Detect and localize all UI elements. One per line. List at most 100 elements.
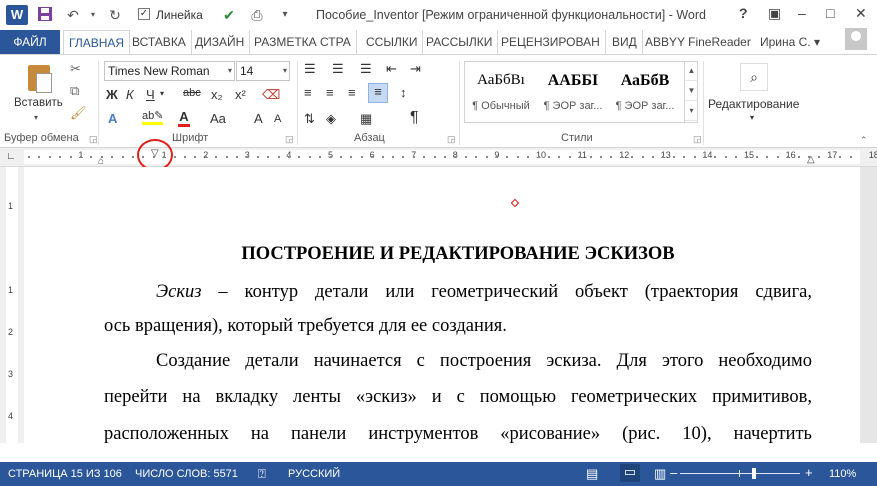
word-app-icon[interactable]: W bbox=[6, 5, 28, 25]
customize-toolbar-icon[interactable]: ▾ bbox=[276, 6, 294, 24]
paragraph-line[interactable]: ось вращения), который требуется для ее … bbox=[104, 316, 812, 337]
web-layout-icon[interactable]: ▥ bbox=[654, 466, 666, 482]
undo-dropdown-icon[interactable]: ▾ bbox=[84, 6, 102, 24]
paste-button[interactable]: Вставить bbox=[14, 97, 63, 109]
paragraph-line[interactable]: Эскиз – контур детали или геометрический… bbox=[104, 282, 812, 303]
bold-button[interactable]: Ж bbox=[106, 87, 118, 102]
line-spacing-icon[interactable]: ↕ bbox=[400, 85, 407, 100]
page-count[interactable]: СТРАНИЦА 15 ИЗ 106 bbox=[8, 468, 122, 480]
tab-home[interactable]: ГЛАВНАЯ bbox=[63, 30, 131, 55]
bullets-icon[interactable]: ☰ bbox=[304, 61, 316, 77]
tab-selector-icon[interactable]: ∟ bbox=[6, 151, 16, 162]
align-left-icon[interactable]: ≡ bbox=[304, 85, 312, 100]
tab-mailings[interactable]: РАССЫЛКИ bbox=[421, 30, 499, 54]
font-name-combo[interactable]: Times New Roman ▾ bbox=[104, 61, 235, 81]
more-styles-icon[interactable]: ▾ bbox=[685, 101, 698, 121]
redo-icon[interactable]: ↻ bbox=[106, 6, 124, 24]
spellcheck-icon[interactable]: ✔ bbox=[220, 6, 238, 24]
save-icon[interactable] bbox=[36, 6, 54, 24]
subscript-button[interactable]: x₂ bbox=[211, 87, 223, 102]
italic-button[interactable]: К bbox=[126, 87, 134, 102]
tab-insert[interactable]: ВСТАВКА bbox=[127, 30, 192, 54]
editing-button[interactable]: Редактирование bbox=[708, 97, 799, 111]
document-heading[interactable]: ПОСТРОЕНИЕ И РЕДАКТИРОВАНИЕ ЭСКИЗОВ bbox=[104, 244, 812, 265]
paragraph-line[interactable]: Создание детали начинается с построения … bbox=[104, 351, 812, 372]
numbering-icon[interactable]: ☰ bbox=[332, 61, 344, 77]
paste-dropdown-icon[interactable]: ▾ bbox=[34, 113, 38, 122]
help-button[interactable]: ? bbox=[739, 5, 748, 21]
tab-review[interactable]: РЕЦЕНЗИРОВАН bbox=[496, 30, 606, 54]
avatar[interactable] bbox=[845, 28, 867, 50]
minimize-button[interactable]: – bbox=[798, 5, 806, 21]
underline-dropdown-icon[interactable]: ▾ bbox=[160, 89, 164, 98]
language[interactable]: РУССКИЙ bbox=[288, 468, 340, 480]
zoom-slider-thumb[interactable] bbox=[752, 468, 756, 479]
style-heading-1[interactable]: ААББІ ¶ ЭОР заг... bbox=[537, 62, 609, 122]
shading-icon[interactable]: ◈ bbox=[326, 111, 336, 127]
zoom-slider[interactable] bbox=[680, 473, 800, 474]
font-color-icon[interactable]: A bbox=[178, 109, 190, 127]
decrease-indent-icon[interactable]: ⇤ bbox=[386, 61, 397, 77]
align-center-icon[interactable]: ≡ bbox=[326, 85, 334, 100]
sort-icon[interactable]: ⇅ bbox=[304, 111, 315, 127]
print-preview-icon[interactable]: ⎙ bbox=[248, 6, 266, 24]
word-count[interactable]: ЧИСЛО СЛОВ: 5571 bbox=[135, 468, 238, 480]
multilevel-list-icon[interactable]: ☰ bbox=[360, 61, 372, 77]
maximize-button[interactable]: □ bbox=[826, 5, 834, 21]
ruler-tick bbox=[402, 156, 405, 158]
zoom-out-icon[interactable]: – bbox=[670, 465, 677, 480]
print-layout-icon[interactable]: ▭ bbox=[620, 464, 640, 482]
borders-icon[interactable]: ▦ bbox=[360, 111, 372, 127]
binoculars-icon[interactable]: ⌕ bbox=[740, 63, 768, 91]
style-heading-2[interactable]: АаБбВ ¶ ЭОР заг... bbox=[609, 62, 681, 122]
chevron-up-icon[interactable]: ▲ bbox=[685, 61, 698, 81]
justify-icon[interactable]: ≡ bbox=[368, 83, 388, 103]
proofing-icon[interactable]: ⍰ bbox=[258, 466, 266, 482]
paragraph-line[interactable]: перейти на вкладку ленты «эскиз» и с пом… bbox=[104, 387, 812, 408]
grow-font-button[interactable]: A bbox=[254, 111, 263, 126]
font-launcher-icon[interactable]: ◲ bbox=[285, 134, 294, 145]
tab-abbyy[interactable]: ABBYY FineReader bbox=[640, 30, 756, 54]
strikethrough-button[interactable]: abc bbox=[183, 87, 201, 99]
cut-icon[interactable]: ✂ bbox=[70, 61, 81, 77]
undo-icon[interactable]: ↶ bbox=[64, 6, 82, 24]
user-account[interactable]: Ирина С. ▾ bbox=[760, 35, 820, 49]
clear-formatting-icon[interactable]: ⌫ bbox=[262, 87, 280, 103]
clipboard-launcher-icon[interactable]: ◲ bbox=[89, 134, 98, 145]
read-mode-icon[interactable]: ▤ bbox=[586, 466, 598, 482]
superscript-button[interactable]: x² bbox=[235, 87, 246, 102]
change-case-button[interactable]: Aa bbox=[210, 111, 226, 126]
align-right-icon[interactable]: ≡ bbox=[348, 85, 356, 100]
underline-button[interactable]: Ч bbox=[146, 87, 155, 102]
zoom-level[interactable]: 110% bbox=[829, 468, 856, 480]
tab-page-layout[interactable]: РАЗМЕТКА СТРА bbox=[249, 30, 357, 54]
increase-indent-icon[interactable]: ⇥ bbox=[410, 61, 421, 77]
styles-launcher-icon[interactable]: ◲ bbox=[693, 134, 702, 145]
tab-file[interactable]: ФАЙЛ bbox=[0, 30, 60, 54]
ruler-checkbox[interactable]: ✓ bbox=[138, 8, 150, 20]
tab-references[interactable]: ССЫЛКИ bbox=[361, 30, 424, 54]
paste-icon[interactable] bbox=[24, 63, 54, 93]
collapse-ribbon-icon[interactable]: ⌃ bbox=[860, 135, 868, 146]
copy-icon[interactable]: ⧉ bbox=[70, 83, 79, 99]
chevron-down-icon[interactable]: ▼ bbox=[685, 81, 698, 101]
ribbon-display-options-icon[interactable]: ▣ bbox=[768, 5, 781, 22]
tab-design[interactable]: ДИЗАЙН bbox=[190, 30, 251, 54]
shrink-font-button[interactable]: A bbox=[274, 113, 281, 125]
close-button[interactable]: ✕ bbox=[855, 5, 867, 22]
chevron-down-icon[interactable]: ▾ bbox=[283, 62, 287, 80]
paragraph-line[interactable]: расположенных на панели инструментов «ри… bbox=[104, 424, 812, 445]
ruler-tick bbox=[381, 156, 384, 158]
text-effects-icon[interactable]: A bbox=[108, 111, 117, 126]
ruler-tick bbox=[828, 156, 831, 158]
format-painter-icon[interactable]: 🖌 bbox=[70, 105, 87, 121]
font-size-combo[interactable]: 14 ▾ bbox=[236, 61, 290, 81]
show-formatting-marks-icon[interactable]: ¶ bbox=[410, 109, 419, 127]
chevron-down-icon[interactable]: ▾ bbox=[750, 113, 754, 122]
tab-view[interactable]: ВИД bbox=[607, 30, 643, 54]
highlight-icon[interactable]: ab✎ bbox=[142, 109, 164, 125]
style-normal[interactable]: АаБбВı ¶ Обычный bbox=[465, 62, 537, 122]
paragraph-launcher-icon[interactable]: ◲ bbox=[447, 134, 456, 145]
chevron-down-icon[interactable]: ▾ bbox=[228, 62, 232, 80]
zoom-in-icon[interactable]: + bbox=[805, 465, 813, 480]
